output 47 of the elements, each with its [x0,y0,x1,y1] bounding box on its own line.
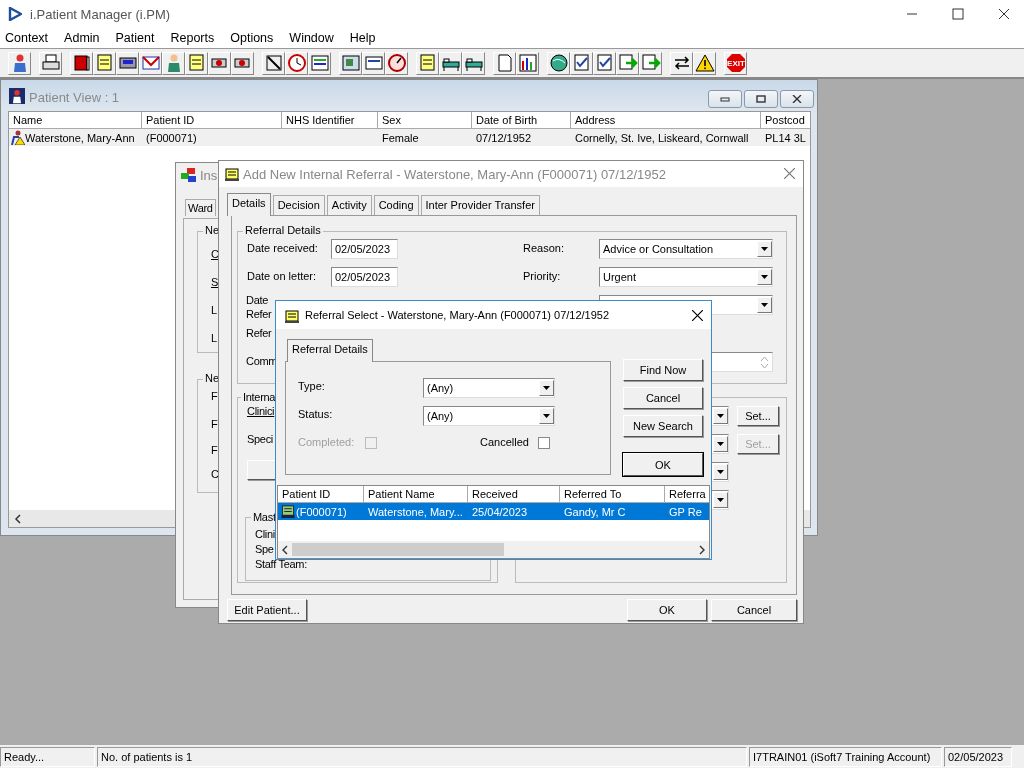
window-title: Ins [200,168,218,183]
table-cell: PL14 3L [765,131,806,144]
table-cell: Waterstone, Mary-Ann [25,131,135,144]
status-text: No. of patients is 1 [97,746,747,767]
status-text: Ready... [0,746,95,767]
table-cell: 07/12/1952 [476,131,532,144]
field-label: Staff Team: [255,558,307,570]
dialog-title: Referral Select - Waterstone, Mary-Ann (F000071) 07/12/1952 [305,309,610,321]
field-label: F [211,418,218,430]
table-cell: Female [382,131,419,144]
table-cell: 25/04/2023 [472,505,528,518]
table-cell: Waterstone, Mary... [368,505,463,518]
field-label: Date [246,294,269,306]
table-cell: Cornelly, St. Ive, Liskeard, Cornwall [575,131,749,144]
field-label: Date on letter: [247,270,317,282]
field-label: Refer [246,308,272,320]
field-label: F [211,444,218,456]
field-label: Speci [247,433,274,445]
status-text: I7TRAIN01 (iSoft7 Training Account) [749,746,942,767]
status-text: 02/05/2023 [944,746,1012,767]
field-label: F [211,390,218,402]
field-label: Date received: [247,242,318,254]
app-title: i.Patient Manager (i.PM) [30,6,171,22]
table-cell: (F000071) [296,505,347,518]
field-label: Clini [255,528,275,540]
field-label: C [211,248,219,260]
field-label: Refer [246,327,272,339]
field-label: Status: [298,408,333,420]
group-label: Interna [241,391,278,403]
table-cell: (F000071) [146,131,197,144]
table-cell: GP Re [669,505,702,518]
window-title: Patient View : 1 [29,90,120,105]
field-label: Reason: [523,242,564,254]
field-label: S [211,276,219,288]
table-cell: Gandy, Mr C [564,505,626,518]
field-label: Type: [298,380,325,392]
field-label: L [211,304,217,316]
field-label: Clinici [247,405,275,417]
field-label: L [211,332,217,344]
checkbox-label: Cancelled [480,436,529,448]
group-label: Referral Details [243,224,323,236]
checkbox-label: Completed: [298,436,355,448]
dialog-title: Add New Internal Referral - Waterstone, Mary-Ann (F000071) 07/12/1952 [243,167,666,182]
field-label: Priority: [523,270,561,282]
field-label: C [211,468,219,480]
field-label: Spe [255,543,274,555]
group-label: Mast [251,511,278,523]
